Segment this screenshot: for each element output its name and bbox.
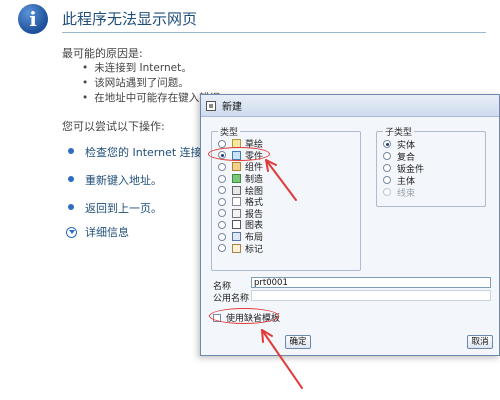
radio-button[interactable]	[218, 209, 226, 218]
subtype-option-harness: 线束	[383, 186, 424, 199]
radio-button	[383, 188, 391, 196]
type-option-diagram[interactable]: 图表	[218, 219, 263, 231]
common-name-label: 公用名称	[213, 294, 250, 304]
diagram-icon	[232, 220, 241, 230]
radio-button[interactable]	[218, 244, 226, 253]
dialog-titlebar[interactable]: 新建	[201, 95, 499, 117]
action-label: 返回到上一页。	[85, 202, 162, 215]
report-icon	[232, 208, 241, 218]
reasons-heading: 最可能的原因是:	[62, 47, 143, 60]
info-icon: i	[18, 4, 48, 34]
subtype-group-label: 子类型	[383, 125, 415, 138]
action-label: 重新键入地址。	[85, 174, 162, 187]
subtype-option-solid[interactable]: 实体	[383, 138, 424, 151]
cancel-button[interactable]: 取消	[467, 335, 493, 349]
type-option-report[interactable]: 报告	[218, 208, 263, 220]
expand-circle-icon	[66, 226, 77, 238]
type-option-format[interactable]: 格式	[218, 196, 263, 208]
radio-button[interactable]	[383, 140, 391, 148]
subtype-option-composite[interactable]: 复合	[383, 150, 424, 163]
radio-button[interactable]	[218, 197, 226, 206]
radio-button[interactable]	[383, 164, 391, 172]
subtype-label: 线束	[397, 188, 416, 199]
radio-button[interactable]	[218, 186, 226, 195]
manufacturing-icon	[232, 174, 241, 184]
assembly-icon	[232, 162, 241, 172]
radio-button[interactable]	[218, 174, 226, 183]
reason-item: 未连接到 Internet。	[82, 61, 220, 76]
type-group-label: 类型	[218, 125, 241, 138]
common-name-field[interactable]	[251, 290, 491, 301]
actions-list: 检查您的 Internet 连接。 重新键入地址。 返回到上一页。	[68, 144, 213, 228]
layout-icon	[232, 232, 241, 242]
drawing-icon	[232, 185, 241, 195]
action-check-connection[interactable]: 检查您的 Internet 连接。	[68, 144, 213, 172]
dialog-title: 新建	[222, 102, 242, 113]
type-option-assembly[interactable]: 组件	[218, 161, 263, 173]
details-label: 详细信息	[85, 226, 129, 239]
window-icon	[206, 100, 216, 111]
action-retype-address[interactable]: 重新键入地址。	[68, 172, 213, 200]
type-option-manufacturing[interactable]: 制造	[218, 173, 263, 185]
bullet-icon	[68, 148, 74, 154]
ok-button[interactable]: 确定	[285, 335, 311, 349]
subtype-list: 实体 复合 钣金件 主体 线束	[383, 138, 424, 199]
radio-button[interactable]	[383, 176, 391, 184]
error-title: 此程序无法显示网页	[62, 10, 198, 28]
details-link[interactable]: 详细信息	[66, 224, 129, 240]
highlight-template-ellipse	[209, 308, 279, 324]
radio-button[interactable]	[218, 139, 226, 148]
bullet-icon	[68, 204, 74, 210]
type-option-markup[interactable]: 标记	[218, 242, 264, 255]
radio-button[interactable]	[218, 162, 226, 171]
type-option-layout[interactable]: 布局	[218, 231, 263, 243]
format-icon	[232, 197, 241, 207]
highlight-part-ellipse	[208, 147, 270, 161]
divider	[62, 32, 486, 33]
radio-button[interactable]	[218, 232, 226, 241]
subtype-option-bulk[interactable]: 主体	[383, 174, 424, 187]
action-label: 检查您的 Internet 连接。	[85, 146, 213, 159]
radio-button[interactable]	[383, 152, 391, 160]
bullet-icon	[68, 176, 74, 182]
try-heading: 您可以尝试以下操作:	[62, 120, 165, 133]
subtype-option-sheetmetal[interactable]: 钣金件	[383, 162, 424, 175]
markup-icon	[232, 243, 241, 253]
name-field[interactable]	[251, 277, 491, 288]
reason-item: 该网站遇到了问题。	[82, 76, 220, 91]
radio-button[interactable]	[218, 220, 226, 229]
subtype-group: 子类型 实体 复合 钣金件 主体 线束	[376, 125, 486, 207]
type-label: 标记	[245, 244, 264, 255]
type-option-drawing[interactable]: 绘图	[218, 184, 263, 197]
